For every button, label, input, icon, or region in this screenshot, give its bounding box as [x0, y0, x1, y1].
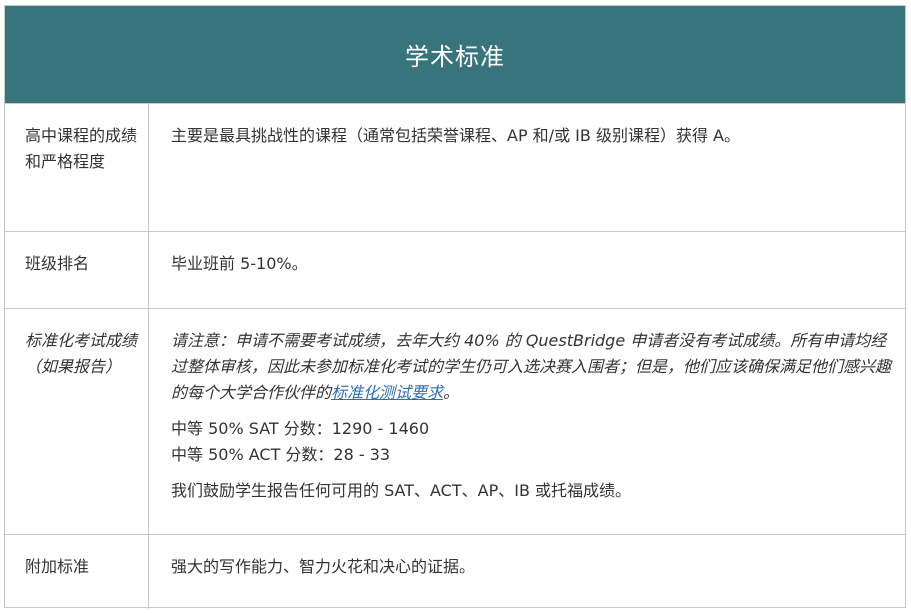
row-label-class-rank: 班级排名 — [5, 232, 149, 308]
table-title: 学术标准 — [405, 43, 505, 71]
row-content-class-rank: 毕业班前 5-10%。 — [171, 254, 308, 273]
test-optional-note-text: 请注意：申请不需要考试成绩，去年大约 40% 的 QuestBridge 申请者… — [171, 331, 892, 402]
row-content-test-scores: 请注意：申请不需要考试成绩，去年大约 40% 的 QuestBridge 申请者… — [149, 309, 905, 534]
table-row: 标准化考试成绩（如果报告） 请注意：申请不需要考试成绩，去年大约 40% 的 Q… — [5, 308, 905, 534]
row-label-coursework: 高中课程的成绩和严格程度 — [5, 104, 149, 231]
table-row: 附加标准 强大的写作能力、智力火花和决心的证据。 — [5, 534, 905, 609]
row-content-coursework: 主要是最具挑战性的课程（通常包括荣誉课程、AP 和/或 IB 级别课程）获得 A… — [171, 126, 740, 145]
test-optional-note: 请注意：申请不需要考试成绩，去年大约 40% 的 QuestBridge 申请者… — [171, 328, 891, 406]
row-label-additional: 附加标准 — [5, 535, 149, 609]
sat-score-range: 中等 50% SAT 分数：1290 - 1460 — [171, 419, 430, 438]
act-score-range: 中等 50% ACT 分数：28 - 33 — [171, 445, 391, 464]
row-content-additional: 强大的写作能力、智力火花和决心的证据。 — [171, 557, 476, 576]
table-row: 高中课程的成绩和严格程度 主要是最具挑战性的课程（通常包括荣誉课程、AP 和/或… — [5, 103, 905, 231]
academic-standards-table: 学术标准 高中课程的成绩和严格程度 主要是最具挑战性的课程（通常包括荣誉课程、A… — [4, 5, 906, 609]
score-report-encouragement: 我们鼓励学生报告任何可用的 SAT、ACT、AP、IB 或托福成绩。 — [171, 481, 632, 500]
table-row: 班级排名 毕业班前 5-10%。 — [5, 231, 905, 308]
table-header: 学术标准 — [5, 6, 905, 103]
testing-requirements-link[interactable]: 标准化测试要求 — [331, 383, 443, 402]
test-optional-note-end: 。 — [443, 383, 460, 402]
row-label-test-scores: 标准化考试成绩（如果报告） — [5, 309, 149, 534]
